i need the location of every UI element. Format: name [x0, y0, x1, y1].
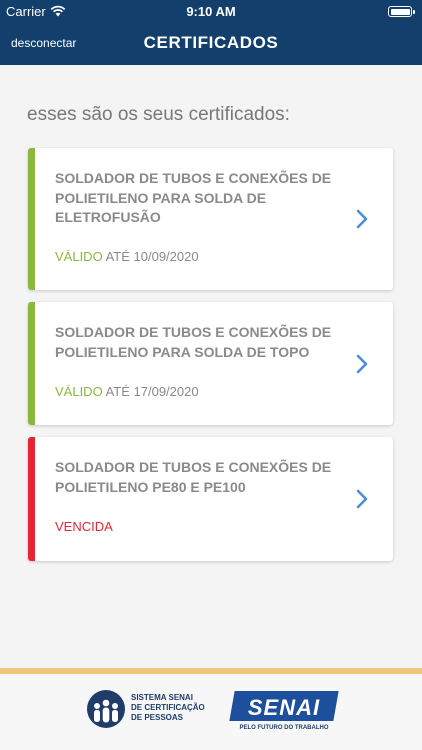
- certificate-card-pe80-pe100[interactable]: SOLDADOR DE TUBOS E CONEXÕES DE POLIETIL…: [28, 437, 393, 561]
- chevron-right-icon: [356, 354, 368, 374]
- status-indicator-bar: [28, 302, 35, 425]
- certificate-title: SOLDADOR DE TUBOS E CONEXÕES DE POLIETIL…: [55, 459, 332, 495]
- chevron-right-icon: [356, 489, 368, 509]
- certificate-status: VÁLIDO ATÉ 17/09/2020: [55, 384, 199, 399]
- intro-text: esses são os seus certificados:: [27, 104, 290, 125]
- battery-icon: [388, 6, 415, 17]
- certificate-card-topo[interactable]: SOLDADOR DE TUBOS E CONEXÕES DE POLIETIL…: [28, 302, 393, 425]
- status-valid: VÁLIDO: [55, 249, 103, 264]
- certification-system-logo-icon: [87, 690, 125, 728]
- page-title: CERTIFICADOS: [143, 33, 279, 52]
- senai-logo: SENAI: [247, 695, 321, 720]
- certificate-status: VÁLIDO ATÉ 10/09/2020: [55, 249, 199, 264]
- status-bar: Carrier 9:10 AM: [0, 0, 422, 22]
- footer: SISTEMA SENAI DE CERTIFICAÇÃO DE PESSOAS…: [0, 674, 422, 750]
- certificate-card-eletrofusao[interactable]: SOLDADOR DE TUBOS E CONEXÕES DE POLIETIL…: [28, 148, 393, 290]
- status-valid: VÁLIDO: [55, 384, 103, 399]
- clock: 9:10 AM: [186, 4, 236, 19]
- chevron-right-icon: [356, 209, 368, 229]
- certificate-title: SOLDADOR DE TUBOS E CONEXÕES DE POLIETIL…: [55, 324, 332, 360]
- status-indicator-bar: [28, 148, 35, 290]
- certificate-title: SOLDADOR DE TUBOS E CONEXÕES DE POLIETIL…: [55, 170, 332, 225]
- status-indicator-bar: [28, 437, 35, 561]
- certification-system-name: SISTEMA SENAI DE CERTIFICAÇÃO DE PESSOAS: [131, 693, 205, 722]
- status-date: ATÉ 17/09/2020: [105, 384, 199, 399]
- certificate-status: VENCIDA: [55, 519, 113, 534]
- nav-header: Carrier 9:10 AM desconectar CERTIFICADOS: [0, 0, 422, 65]
- senai-slogan: PELO FUTURO DO TRABALHO: [239, 725, 329, 731]
- status-date: ATÉ 10/09/2020: [105, 249, 199, 264]
